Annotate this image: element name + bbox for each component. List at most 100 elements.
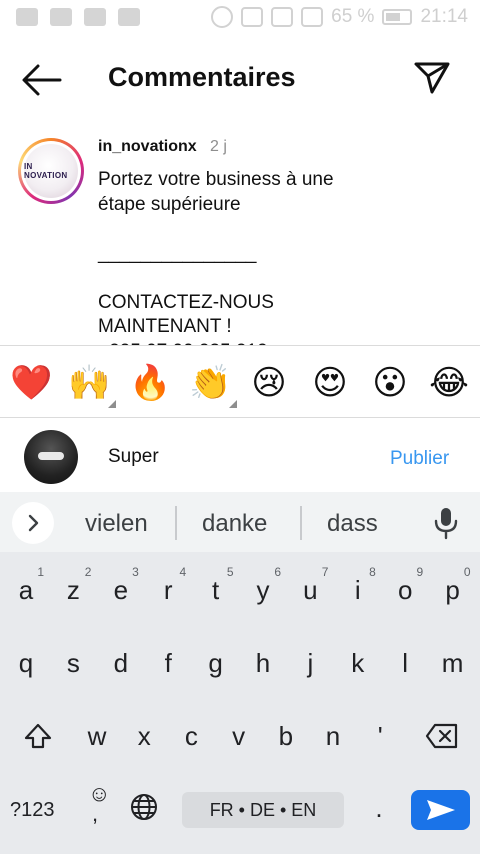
language-key[interactable]	[126, 780, 162, 836]
skin-tone-indicator	[108, 400, 116, 408]
publish-button[interactable]: Publier	[390, 448, 449, 470]
key-o[interactable]: 9o	[383, 562, 427, 618]
period-key[interactable]: .	[364, 780, 394, 836]
symbols-key[interactable]: ?123	[10, 792, 55, 828]
key-b[interactable]: b	[264, 708, 308, 764]
suggestion-1[interactable]: vielen	[85, 510, 148, 538]
shift-key[interactable]	[14, 708, 62, 764]
tears-of-joy-emoji-button[interactable]: 😂	[428, 362, 470, 404]
key-number-hint: 6	[274, 565, 281, 579]
key-h[interactable]: h	[241, 635, 285, 691]
key-n[interactable]: n	[311, 708, 355, 764]
crying-face-emoji-button[interactable]: 😢	[248, 362, 290, 404]
soft-keyboard: vielen danke dass 1a2z3e4r5t6y7u8i9o0p q…	[0, 492, 480, 854]
system-status: 65 % 21:14	[211, 6, 468, 28]
surprised-face-emoji-button[interactable]: 😮	[369, 362, 411, 404]
key-label: u	[303, 575, 318, 605]
key-e[interactable]: 3e	[99, 562, 143, 618]
key-s[interactable]: s	[51, 635, 95, 691]
suggestion-2[interactable]: danke	[202, 510, 267, 538]
battery-icon	[382, 9, 413, 25]
voice-input-button[interactable]	[432, 506, 460, 540]
key-k[interactable]: k	[336, 635, 380, 691]
activity-notification-icon	[118, 8, 140, 26]
key-number-hint: 5	[226, 565, 234, 579]
emoji-quick-bar: ❤️ 🙌 🔥 👏 😢 😍 😮 😂	[0, 345, 480, 418]
comment-composer: Publier	[0, 418, 480, 492]
heart-emoji-button[interactable]: ❤️	[10, 362, 52, 404]
back-button[interactable]	[20, 60, 64, 100]
paper-plane-icon	[414, 62, 450, 94]
microphone-icon	[434, 508, 458, 540]
alarm-icon	[211, 6, 234, 28]
key-v[interactable]: v	[217, 708, 261, 764]
key-label: p	[445, 575, 460, 605]
send-enter-key[interactable]	[411, 790, 470, 830]
expand-toolbar-button[interactable]	[12, 502, 54, 544]
key-u[interactable]: 7u	[288, 562, 332, 618]
key-label: t	[211, 575, 220, 605]
key-r[interactable]: 4r	[146, 562, 190, 618]
key-label: y	[256, 575, 270, 605]
heart-eyes-emoji-button[interactable]: 😍	[309, 362, 351, 404]
signal-3g-icon	[271, 7, 294, 27]
back-arrow-icon	[22, 64, 62, 96]
key-q[interactable]: q	[4, 635, 48, 691]
innovation-logo: IN NOVATION	[24, 144, 78, 198]
key-j[interactable]: j	[288, 635, 332, 691]
globe-icon	[131, 794, 157, 820]
raised-hands-emoji-button[interactable]: 🙌	[68, 362, 116, 408]
author-avatar[interactable]: IN NOVATION	[18, 138, 84, 204]
key-z[interactable]: 2z	[51, 562, 95, 618]
powerpoint-notification-icon	[50, 8, 72, 26]
shift-arrow-icon	[24, 723, 52, 749]
image-notification-icon	[84, 8, 106, 26]
suggestion-3[interactable]: dass	[327, 510, 378, 538]
key-d[interactable]: d	[99, 635, 143, 691]
key-label: z	[66, 575, 80, 605]
battery-percent: 65 %	[331, 6, 375, 27]
key-number-hint: 8	[369, 565, 376, 579]
key-p[interactable]: 0p	[431, 562, 475, 618]
key-y[interactable]: 6y	[241, 562, 285, 618]
space-key[interactable]: FR • DE • EN	[182, 792, 344, 828]
key-label: a	[18, 575, 34, 605]
key-number-hint: 3	[132, 565, 139, 579]
backspace-key[interactable]	[416, 708, 468, 764]
emoji-comma-key[interactable]: ☺ ,	[80, 780, 114, 836]
key-label: e	[113, 575, 129, 605]
key-t[interactable]: 5t	[194, 562, 238, 618]
key-l[interactable]: l	[383, 635, 427, 691]
skin-tone-indicator	[229, 400, 237, 408]
suggestion-divider	[175, 506, 177, 540]
message-notification-icon	[16, 8, 38, 26]
current-user-avatar	[24, 430, 78, 484]
share-button[interactable]	[412, 58, 452, 98]
comment-input[interactable]	[108, 444, 368, 470]
key-x[interactable]: x	[122, 708, 166, 764]
wifi-icon	[241, 7, 264, 27]
page-title: Commentaires	[108, 62, 296, 92]
key-a[interactable]: 1a	[4, 562, 48, 618]
key-c[interactable]: c	[169, 708, 213, 764]
send-arrow-icon	[426, 800, 455, 820]
key-w[interactable]: w	[75, 708, 119, 764]
key-f[interactable]: f	[146, 635, 190, 691]
key-label: o	[397, 575, 413, 605]
suggestion-divider	[300, 506, 302, 540]
key-apostrophe[interactable]: '	[358, 708, 402, 764]
backspace-icon	[425, 723, 458, 749]
header: Commentaires	[0, 40, 480, 120]
suggestion-strip: vielen danke dass	[0, 492, 480, 552]
clapping-hands-emoji-button[interactable]: 👏	[189, 362, 237, 408]
key-i[interactable]: 8i	[336, 562, 380, 618]
key-g[interactable]: g	[194, 635, 238, 691]
comma-label: ,	[92, 801, 99, 826]
key-number-hint: 2	[84, 565, 92, 579]
key-m[interactable]: m	[431, 635, 475, 691]
comment-username[interactable]: in_novationx	[98, 138, 197, 156]
key-number-hint: 7	[321, 565, 329, 579]
signal-3g-icon-2	[301, 7, 324, 27]
key-label: i	[354, 575, 361, 605]
fire-emoji-button[interactable]: 🔥	[129, 362, 171, 404]
